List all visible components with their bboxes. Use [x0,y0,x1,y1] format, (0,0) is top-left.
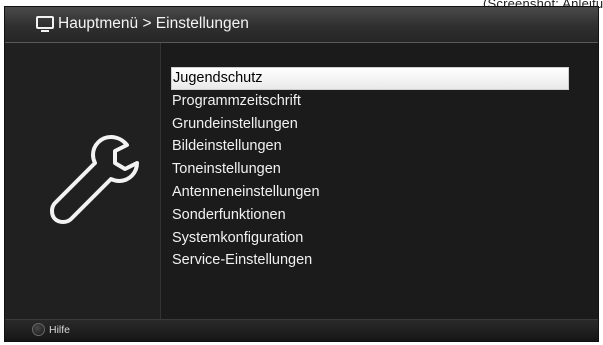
menu-item-programmzeitschrift[interactable]: Programmzeitschrift [171,90,571,113]
main-content: Jugendschutz Programmzeitschrift Grundei… [5,43,598,321]
menu-item-jugendschutz[interactable]: Jugendschutz [171,67,569,90]
tv-icon [36,16,54,32]
menu-item-sonderfunktionen[interactable]: Sonderfunktionen [171,204,571,227]
wrench-icon [50,135,139,224]
footer-bar: Hilfe [5,319,598,341]
title-bar: Hauptmenü > Einstellungen [5,7,598,43]
category-icon-panel [5,43,161,321]
menu-item-toneinstellungen[interactable]: Toneinstellungen [171,158,571,181]
menu-item-service-einstellungen[interactable]: Service-Einstellungen [171,249,571,272]
help-label: Hilfe [49,324,71,336]
menu-item-antenneneinstellungen[interactable]: Antenneneinstellungen [171,181,571,204]
breadcrumb: Hauptmenü > Einstellungen [58,15,249,32]
menu-item-grundeinstellungen[interactable]: Grundeinstellungen [171,113,571,136]
tv-menu-screen: Hauptmenü > Einstellungen Jugendschutz P… [4,6,599,342]
menu-item-bildeinstellungen[interactable]: Bildeinstellungen [171,135,571,158]
menu-item-systemkonfiguration[interactable]: Systemkonfiguration [171,227,571,250]
settings-menu: Jugendschutz Programmzeitschrift Grundei… [171,67,571,272]
help-button-icon[interactable] [32,323,45,336]
